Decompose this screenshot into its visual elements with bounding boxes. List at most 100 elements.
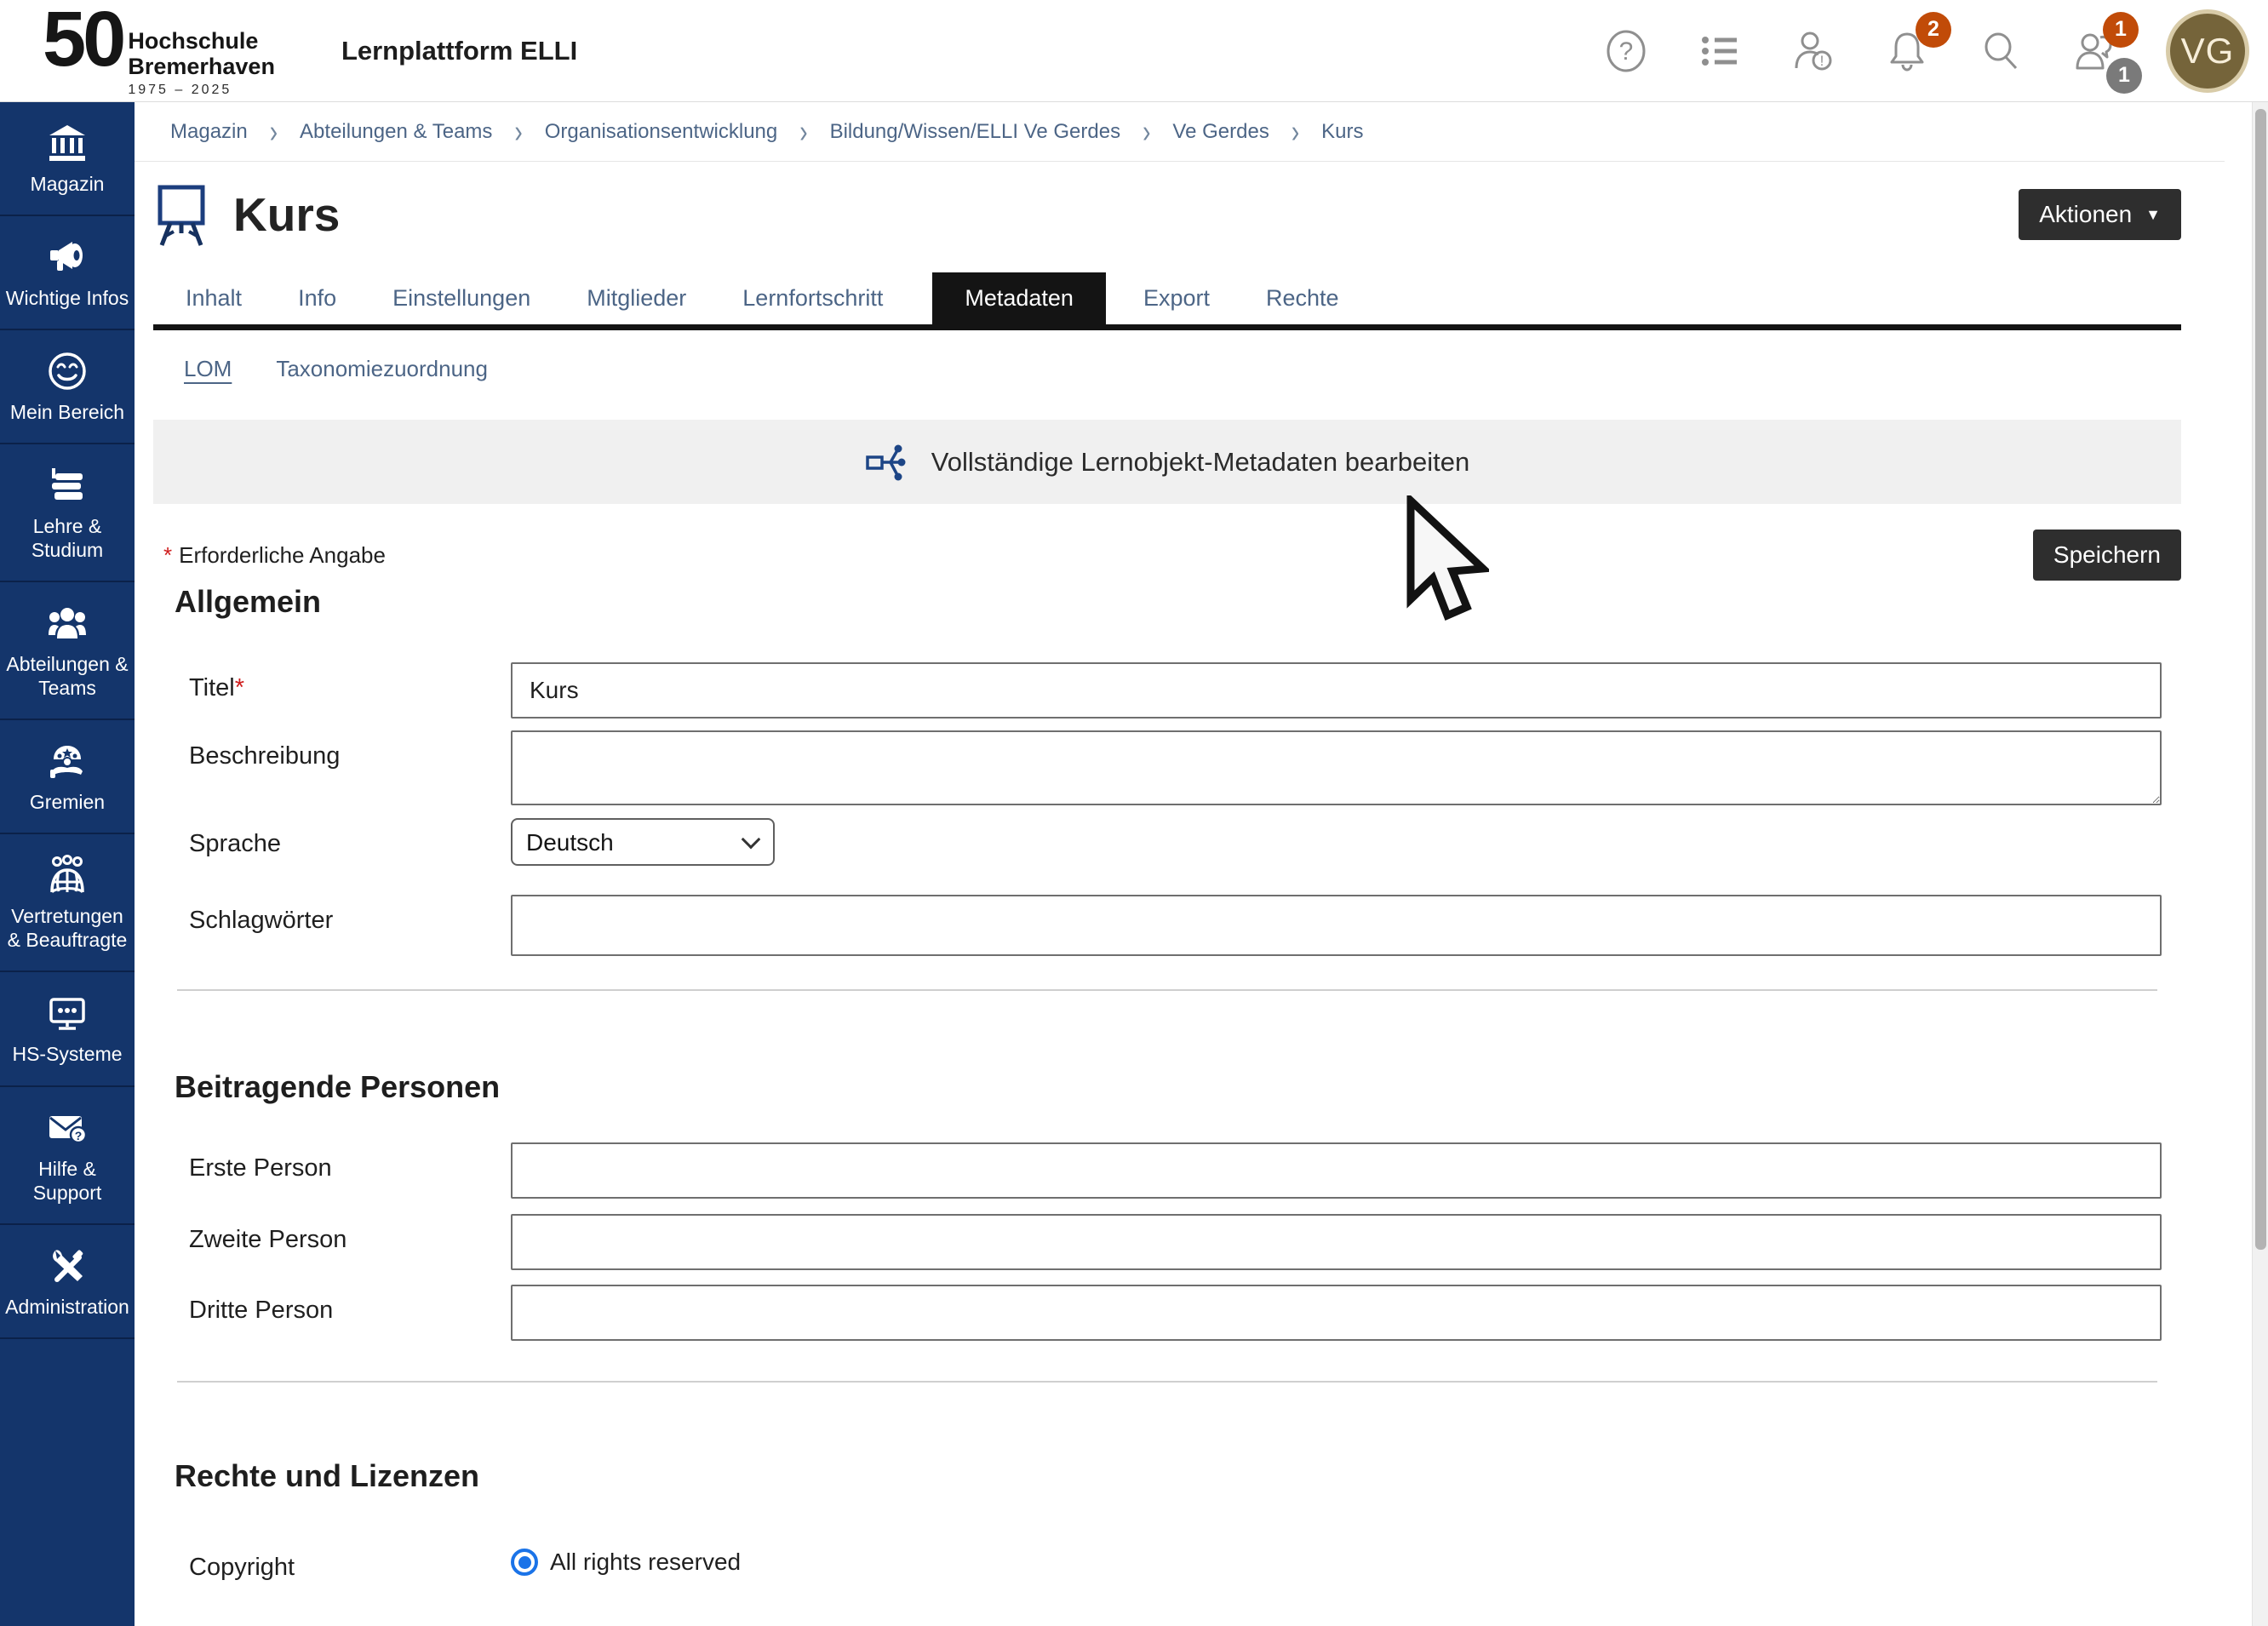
sidebar-item-vertretungen[interactable]: Vertretungen & Beauftragte	[0, 834, 135, 972]
erste-person-input[interactable]	[511, 1142, 2162, 1199]
dritte-person-label: Dritte Person	[189, 1285, 511, 1325]
tab-bar: Inhalt Info Einstellungen Mitglieder Ler…	[153, 272, 2181, 330]
svg-text:?: ?	[75, 1129, 83, 1142]
subtab-taxonomiezuordnung[interactable]: Taxonomiezuordnung	[276, 356, 488, 382]
vertical-scrollbar-thumb[interactable]	[2255, 109, 2266, 1250]
save-button[interactable]: Speichern	[2033, 530, 2181, 581]
bank-icon	[47, 123, 88, 163]
page-title: Kurs	[233, 187, 2019, 242]
sidebar-item-hilfe-support[interactable]: ? Hilfe & Support	[0, 1087, 135, 1225]
smiley-icon	[47, 351, 88, 392]
breadcrumb-ve-gerdes[interactable]: Ve Gerdes	[1172, 120, 1269, 144]
contacts-badge-bottom: 1	[2106, 58, 2142, 94]
people-group-icon	[47, 603, 88, 644]
list-menu-icon[interactable]	[1698, 29, 1742, 73]
copyright-label: Copyright	[189, 1542, 511, 1582]
breadcrumb-separator: ›	[270, 113, 278, 150]
app-title: Lernplattform ELLI	[341, 36, 577, 66]
section-divider	[177, 989, 2157, 991]
course-easel-icon	[153, 182, 209, 247]
svg-text:?: ?	[1619, 37, 1634, 66]
help-icon[interactable]: ?	[1604, 29, 1648, 73]
breadcrumb-separator: ›	[799, 113, 807, 150]
awareness-person-icon[interactable]: !	[1791, 29, 1836, 73]
books-icon	[47, 465, 88, 506]
sidebar-item-mein-bereich[interactable]: Mein Bereich	[0, 330, 135, 444]
breadcrumb-kurs: Kurs	[1321, 120, 1363, 144]
breadcrumb-organisationsentwicklung[interactable]: Organisationsentwicklung	[545, 120, 777, 144]
svg-text:!: !	[1820, 53, 1824, 69]
beschreibung-label: Beschreibung	[189, 730, 511, 770]
section-heading-rechte-lizenzen: Rechte und Lizenzen	[175, 1458, 2181, 1494]
beschreibung-textarea[interactable]	[511, 730, 2162, 805]
breadcrumb-separator: ›	[514, 113, 522, 150]
tab-einstellungen[interactable]: Einstellungen	[391, 272, 532, 324]
copyright-radio-all-rights-reserved[interactable]	[511, 1549, 538, 1576]
copyright-option-label: All rights reserved	[550, 1549, 741, 1576]
tab-lernfortschritt[interactable]: Lernfortschritt	[741, 272, 885, 324]
titel-label: Titel*	[189, 662, 511, 702]
titel-input[interactable]	[511, 662, 2162, 719]
breadcrumb-magazin[interactable]: Magazin	[170, 120, 248, 144]
globe-people-icon	[47, 855, 88, 896]
tab-inhalt[interactable]: Inhalt	[184, 272, 243, 324]
user-avatar[interactable]: VG	[2166, 9, 2249, 93]
sidebar-item-abteilungen-teams[interactable]: Abteilungen & Teams	[0, 582, 135, 720]
mail-question-icon: ?	[47, 1108, 88, 1148]
chevron-down-icon: ▼	[2145, 207, 2161, 222]
tools-icon	[47, 1245, 88, 1286]
dritte-person-input[interactable]	[511, 1285, 2162, 1341]
breadcrumb: Magazin › Abteilungen & Teams › Organisa…	[135, 102, 2225, 162]
main-content: Magazin › Abteilungen & Teams › Organisa…	[135, 102, 2225, 1582]
notifications-bell-icon[interactable]: 2	[1885, 29, 1929, 73]
megaphone-icon	[47, 237, 88, 278]
sidebar-item-wichtige-infos[interactable]: Wichtige Infos	[0, 216, 135, 330]
actions-button[interactable]: Aktionen ▼	[2019, 189, 2181, 240]
top-header: 50 Hochschule Bremerhaven 1975 – 2025 Le…	[0, 0, 2268, 102]
sidebar-item-lehre-studium[interactable]: Lehre & Studium	[0, 444, 135, 582]
required-note: *Erforderliche Angabe	[163, 542, 2033, 569]
logo-50: 50	[43, 3, 123, 76]
main-sidebar: Magazin Wichtige Infos Mein Bereich Lehr…	[0, 102, 135, 1626]
sidebar-item-administration[interactable]: Administration	[0, 1225, 135, 1339]
subtab-lom[interactable]: LOM	[184, 356, 232, 382]
contacts-icon[interactable]: 1 1	[2072, 29, 2116, 73]
schlagwoerter-label: Schlagwörter	[189, 895, 511, 935]
breadcrumb-abteilungen[interactable]: Abteilungen & Teams	[300, 120, 492, 144]
tab-mitglieder[interactable]: Mitglieder	[585, 272, 688, 324]
zweite-person-label: Zweite Person	[189, 1214, 511, 1254]
titel-required-asterisk: *	[235, 674, 244, 701]
university-logo: 50 Hochschule Bremerhaven 1975 – 2025	[43, 3, 275, 97]
tab-export[interactable]: Export	[1142, 272, 1211, 324]
sprache-label: Sprache	[189, 818, 511, 858]
tab-metadaten[interactable]: Metadaten	[932, 272, 1106, 324]
tab-rechte[interactable]: Rechte	[1264, 272, 1341, 324]
banner-label: Vollständige Lernobjekt-Metadaten bearbe…	[931, 447, 1470, 478]
sidebar-item-gremien[interactable]: Gremien	[0, 720, 135, 834]
sprache-select[interactable]: Deutsch	[511, 818, 775, 866]
edit-full-metadata-banner[interactable]: Vollständige Lernobjekt-Metadaten bearbe…	[153, 420, 2181, 504]
zweite-person-input[interactable]	[511, 1214, 2162, 1270]
monitor-icon	[47, 993, 88, 1033]
logo-years: 1975 – 2025	[128, 83, 275, 98]
schlagwoerter-input[interactable]	[511, 895, 2162, 956]
section-heading-allgemein: Allgemein	[175, 584, 2181, 620]
sidebar-item-hs-systeme[interactable]: HS-Systeme	[0, 972, 135, 1086]
committee-icon	[47, 741, 88, 782]
search-icon[interactable]	[1979, 29, 2023, 73]
logo-name-line1: Hochschule	[128, 29, 275, 54]
breadcrumb-separator: ›	[1143, 113, 1150, 150]
tab-info[interactable]: Info	[296, 272, 338, 324]
vertical-scrollbar-track[interactable]	[2252, 102, 2268, 1626]
bell-badge: 2	[1916, 12, 1951, 48]
metadata-nodes-icon	[865, 442, 906, 483]
breadcrumb-bildung-wissen[interactable]: Bildung/Wissen/ELLI Ve Gerdes	[830, 120, 1121, 144]
contacts-badge-top: 1	[2103, 12, 2139, 48]
section-divider	[177, 1381, 2157, 1383]
erste-person-label: Erste Person	[189, 1142, 511, 1182]
breadcrumb-separator: ›	[1292, 113, 1299, 150]
subtab-bar: LOM Taxonomiezuordnung	[153, 356, 2181, 382]
sidebar-item-magazin[interactable]: Magazin	[0, 102, 135, 216]
section-heading-beitragende-personen: Beitragende Personen	[175, 1069, 2181, 1105]
required-asterisk: *	[163, 542, 172, 568]
